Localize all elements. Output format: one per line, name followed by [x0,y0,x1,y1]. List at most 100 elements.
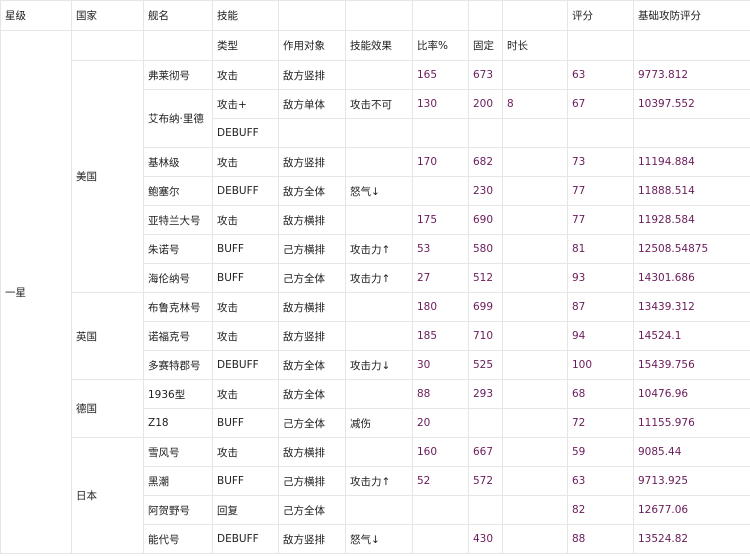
skill-effect [345,292,413,322]
skill-fixed: 572 [468,466,503,496]
header-score: 评分 [567,0,634,31]
skill-effect: 减伤 [345,408,413,438]
skill-fixed: 293 [468,379,503,409]
ship-name: 弗莱彻号 [143,60,213,90]
skill-fixed: 682 [468,147,503,177]
base-score: 11888.514 [633,176,750,206]
skill-duration [502,205,568,235]
skill-rate: 20 [412,408,469,438]
skill-effect [345,205,413,235]
skill-target: 敌方横排 [278,292,346,322]
skill-rate: 175 [412,205,469,235]
skill-duration [502,60,568,90]
skill-rate [412,176,469,206]
header-row: 星级 国家 舰名 技能 评分 基础攻防评分 [0,0,750,31]
skill-rate: 130 [412,89,469,119]
ship-name: 亚特兰大号 [143,205,213,235]
skill-type: DEBUFF [212,176,279,206]
skill-effect [345,437,413,467]
skill-rate: 53 [412,234,469,264]
score: 68 [567,379,634,409]
skill-target: 敌方竖排 [278,147,346,177]
skill-effect: 攻击力↓ [345,350,413,380]
skill-target: 己方横排 [278,234,346,264]
skill-rate: 170 [412,147,469,177]
base-score [633,118,750,148]
score: 88 [567,524,634,554]
skill-duration [502,379,568,409]
country-cell: 美国 [71,60,144,293]
subheader-effect: 技能效果 [345,30,413,61]
score: 72 [567,408,634,438]
skill-rate: 160 [412,437,469,467]
skill-effect [345,321,413,351]
skill-type: DEBUFF [212,350,279,380]
table-row: 英国 布鲁克林号 攻击 敌方横排 180 699 87 13439.312 [1,292,750,380]
skill-duration [502,524,568,554]
subheader-fixed: 固定 [468,30,503,61]
skill-fixed: 667 [468,437,503,467]
ship-name: 布鲁克林号 [143,292,213,322]
skill-type: 攻击 [212,292,279,322]
score [567,118,634,148]
ship-name: 艾布纳·里德 [143,89,213,148]
ship-name: Z18 [143,408,213,438]
header-base-score: 基础攻防评分 [633,0,750,31]
skill-rate: 27 [412,263,469,293]
score: 67 [567,89,634,119]
skill-duration [502,147,568,177]
base-score: 11194.884 [633,147,750,177]
skill-fixed: 512 [468,263,503,293]
skill-fixed: 710 [468,321,503,351]
skill-type: 攻击 [212,379,279,409]
ship-name: 能代号 [143,524,213,554]
skill-target: 己方全体 [278,263,346,293]
skill-effect [345,495,413,525]
ship-name: 黑潮 [143,466,213,496]
skill-effect: 攻击力↑ [345,466,413,496]
skill-duration [502,263,568,293]
skill-duration [502,292,568,322]
skill-target: 己方横排 [278,466,346,496]
skill-duration [502,466,568,496]
skill-target: 敌方竖排 [278,524,346,554]
skill-duration [502,437,568,467]
base-score: 10476.96 [633,379,750,409]
ship-name: 1936型 [143,379,213,409]
ship-name: 鲍塞尔 [143,176,213,206]
skill-rate: 165 [412,60,469,90]
skill-effect [345,379,413,409]
score: 73 [567,147,634,177]
skill-fixed: 525 [468,350,503,380]
base-score: 14524.1 [633,321,750,351]
skill-rate: 185 [412,321,469,351]
skill-rate: 52 [412,466,469,496]
subheader-row: 一星 类型 作用对象 技能效果 比率% 固定 时长 [0,30,750,554]
skill-effect [345,60,413,90]
score: 59 [567,437,634,467]
base-score: 9085.44 [633,437,750,467]
base-score: 10397.552 [633,89,750,119]
skill-rate [412,524,469,554]
skill-type: 回复 [212,495,279,525]
score: 63 [567,60,634,90]
table-row: 德国 1936型 攻击 敌方全体 88 293 68 10476.96 [1,379,750,438]
score: 87 [567,292,634,322]
country-cell: 日本 [71,437,144,554]
skill-rate [412,118,469,148]
table-row: 日本 雪风号 攻击 敌方横排 160 667 59 9085.44 [1,437,750,554]
skill-type: BUFF [212,408,279,438]
base-score: 14301.686 [633,263,750,293]
skill-effect [345,147,413,177]
skill-fixed [468,408,503,438]
score: 94 [567,321,634,351]
skill-type: 攻击 [212,321,279,351]
skill-fixed: 699 [468,292,503,322]
ship-name: 基林级 [143,147,213,177]
ship-name: 阿贺野号 [143,495,213,525]
score: 77 [567,176,634,206]
base-score: 12677.06 [633,495,750,525]
skill-fixed [468,118,503,148]
country-cell: 英国 [71,292,144,380]
ship-name: 朱诺号 [143,234,213,264]
